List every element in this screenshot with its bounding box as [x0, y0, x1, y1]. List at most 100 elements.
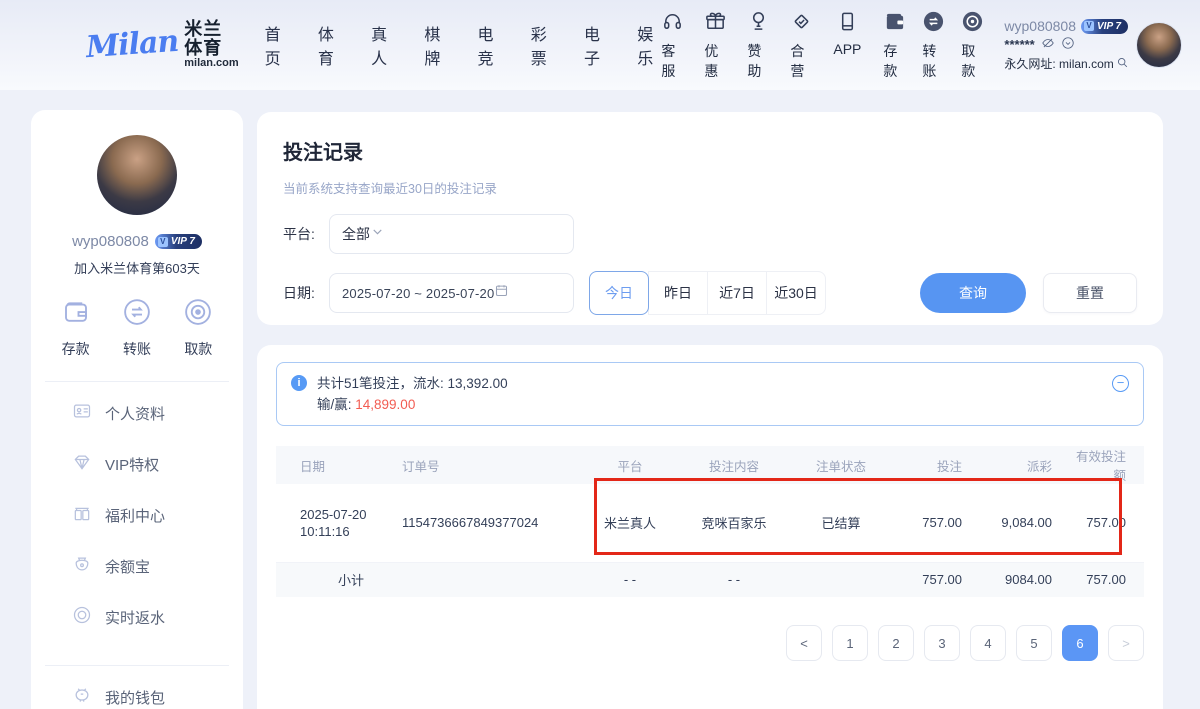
platform-select[interactable]: 全部 [329, 214, 574, 254]
deposit-button[interactable]: 存款 [883, 10, 906, 81]
wallet-menu: 存款 转账 取款 [883, 10, 984, 81]
quick-menu: 客服 优惠 赞助 合营 APP [661, 10, 861, 81]
reset-button[interactable]: 重置 [1043, 273, 1137, 313]
subtotal-status [792, 562, 890, 597]
col-header-date: 日期 [276, 446, 394, 484]
nav-item-home[interactable]: 首页 [265, 21, 289, 69]
benefits-icon [72, 503, 92, 528]
summary-banner: i 共计51笔投注，流水: 13,392.00 输/赢: 14,899.00 − [276, 362, 1144, 426]
range-7days-button[interactable]: 近7日 [707, 271, 767, 315]
calendar-icon [494, 283, 509, 303]
platform-select-value: 全部 [342, 224, 370, 244]
handshake-icon [790, 10, 813, 38]
sidebar-item-profile[interactable]: 个人资料 [31, 388, 243, 439]
page-button-6-active[interactable]: 6 [1062, 625, 1098, 661]
table-header-row: 日期 订单号 平台 投注内容 注单状态 投注 派彩 有效投注额 [276, 446, 1144, 484]
nav-item-sports[interactable]: 体育 [318, 21, 342, 69]
withdraw-icon-button[interactable]: 取款 [183, 297, 213, 359]
page-button-3[interactable]: 3 [924, 625, 960, 661]
withdraw-button[interactable]: 取款 [961, 10, 984, 81]
trophy-icon [747, 10, 770, 38]
sidebar-menu: 个人资料 VIP特权 福利中心 余额宝 实时返水 [31, 388, 243, 643]
prev-page-button[interactable]: < [786, 625, 822, 661]
transfer-button[interactable]: 转账 [922, 10, 945, 81]
refresh-circle-icon[interactable] [1061, 36, 1075, 53]
next-page-button[interactable]: > [1108, 625, 1144, 661]
subtotal-platform: - - [584, 562, 676, 597]
col-header-order: 订单号 [394, 446, 584, 484]
wallet-icon [883, 10, 906, 38]
avatar[interactable] [1136, 22, 1182, 68]
page-subtitle: 当前系统支持查询最近30日的投注记录 [283, 178, 1137, 197]
page-button-2[interactable]: 2 [878, 625, 914, 661]
date-label: 日期: [283, 283, 329, 303]
col-header-valid: 有效投注额 [1060, 446, 1144, 484]
avatar[interactable] [97, 135, 177, 215]
permanent-url-text: 永久网址: milan.com [1004, 55, 1113, 72]
join-days-text: 加入米兰体育第603天 [31, 258, 243, 277]
username-text: wyp080808 [72, 233, 149, 250]
summary-line2: 输/赢: 14,899.00 [317, 394, 508, 415]
collapse-icon[interactable]: − [1112, 375, 1129, 392]
betting-records-page: Milan 米兰体育 milan.com 首页 体育 真人 棋牌 电竞 彩票 电… [0, 0, 1200, 709]
rebate-icon [72, 605, 92, 630]
col-header-payout: 派彩 [970, 446, 1060, 484]
sponsorship-button[interactable]: 赞助 [747, 10, 770, 81]
user-info-block: wyp080808 VVIP 7 ****** 永久网址: milan.com [1004, 18, 1134, 72]
nav-item-live[interactable]: 真人 [371, 21, 395, 69]
chevron-down-icon [370, 224, 385, 244]
page-title: 投注记录 [283, 136, 1137, 165]
deposit-button[interactable]: 存款 [61, 297, 91, 359]
logo-script-text: Milan [85, 24, 179, 65]
col-header-bet: 投注 [890, 446, 970, 484]
vip-v-icon: V [158, 237, 168, 247]
range-30days-button[interactable]: 近30日 [766, 271, 826, 315]
masked-balance: ****** [1004, 37, 1034, 52]
win-loss-value: 14,899.00 [355, 397, 415, 412]
sidebar-item-benefits[interactable]: 福利中心 [31, 490, 243, 541]
promotions-button[interactable]: 优惠 [704, 10, 727, 81]
pagination: < 1 2 3 4 5 6 > [276, 625, 1144, 661]
sidebar-item-vip[interactable]: VIP特权 [31, 439, 243, 490]
vip-badge: VVIP 7 [1081, 19, 1128, 34]
platform-label: 平台: [283, 224, 329, 244]
page-button-1[interactable]: 1 [832, 625, 868, 661]
nav-item-slots[interactable]: 电子 [584, 21, 608, 69]
withdraw-icon [961, 10, 984, 38]
range-yesterday-button[interactable]: 昨日 [648, 271, 708, 315]
bet-records-table: 日期 订单号 平台 投注内容 注单状态 投注 派彩 有效投注额 2025-07-… [276, 446, 1144, 597]
gift-icon [704, 10, 727, 38]
app-download-button[interactable]: APP [833, 10, 861, 81]
customer-service-button[interactable]: 客服 [661, 10, 684, 81]
withdraw-icon [183, 297, 213, 332]
query-button[interactable]: 查询 [920, 273, 1026, 313]
page-button-5[interactable]: 5 [1016, 625, 1052, 661]
savings-pot-icon [72, 554, 92, 579]
cell-date: 2025-07-20 10:11:16 [276, 484, 394, 562]
sidebar-item-wallet[interactable]: 我的钱包 [31, 672, 243, 709]
wallet-icon [61, 297, 91, 332]
logo-domain-text: milan.com [184, 58, 238, 70]
phone-icon [836, 10, 859, 38]
cell-status: 已结算 [792, 484, 890, 562]
cell-order-no: 1154736667849377024 [394, 484, 584, 562]
nav-item-esports[interactable]: 电竞 [478, 21, 502, 69]
transfer-button[interactable]: 转账 [122, 297, 152, 359]
site-logo[interactable]: Milan 米兰体育 milan.com [86, 20, 239, 69]
affiliate-button[interactable]: 合营 [790, 10, 813, 81]
page-button-4[interactable]: 4 [970, 625, 1006, 661]
logo-cn-text: 米兰体育 [184, 20, 238, 58]
transfer-icon [922, 10, 945, 38]
nav-item-entertainment[interactable]: 娱乐 [637, 21, 661, 69]
nav-item-lottery[interactable]: 彩票 [531, 21, 555, 69]
sidebar-item-yuebao[interactable]: 余额宝 [31, 541, 243, 592]
magnifier-icon[interactable] [1116, 56, 1129, 72]
eye-slash-icon[interactable] [1041, 36, 1055, 53]
summary-line1: 共计51笔投注，流水: 13,392.00 [317, 373, 508, 394]
date-range-input[interactable]: 2025-07-20 ~ 2025-07-20 [329, 273, 574, 313]
nav-item-cards[interactable]: 棋牌 [424, 21, 448, 69]
sidebar-item-rebate[interactable]: 实时返水 [31, 592, 243, 643]
range-today-button[interactable]: 今日 [589, 271, 649, 315]
col-header-platform: 平台 [584, 446, 676, 484]
divider [45, 665, 229, 666]
